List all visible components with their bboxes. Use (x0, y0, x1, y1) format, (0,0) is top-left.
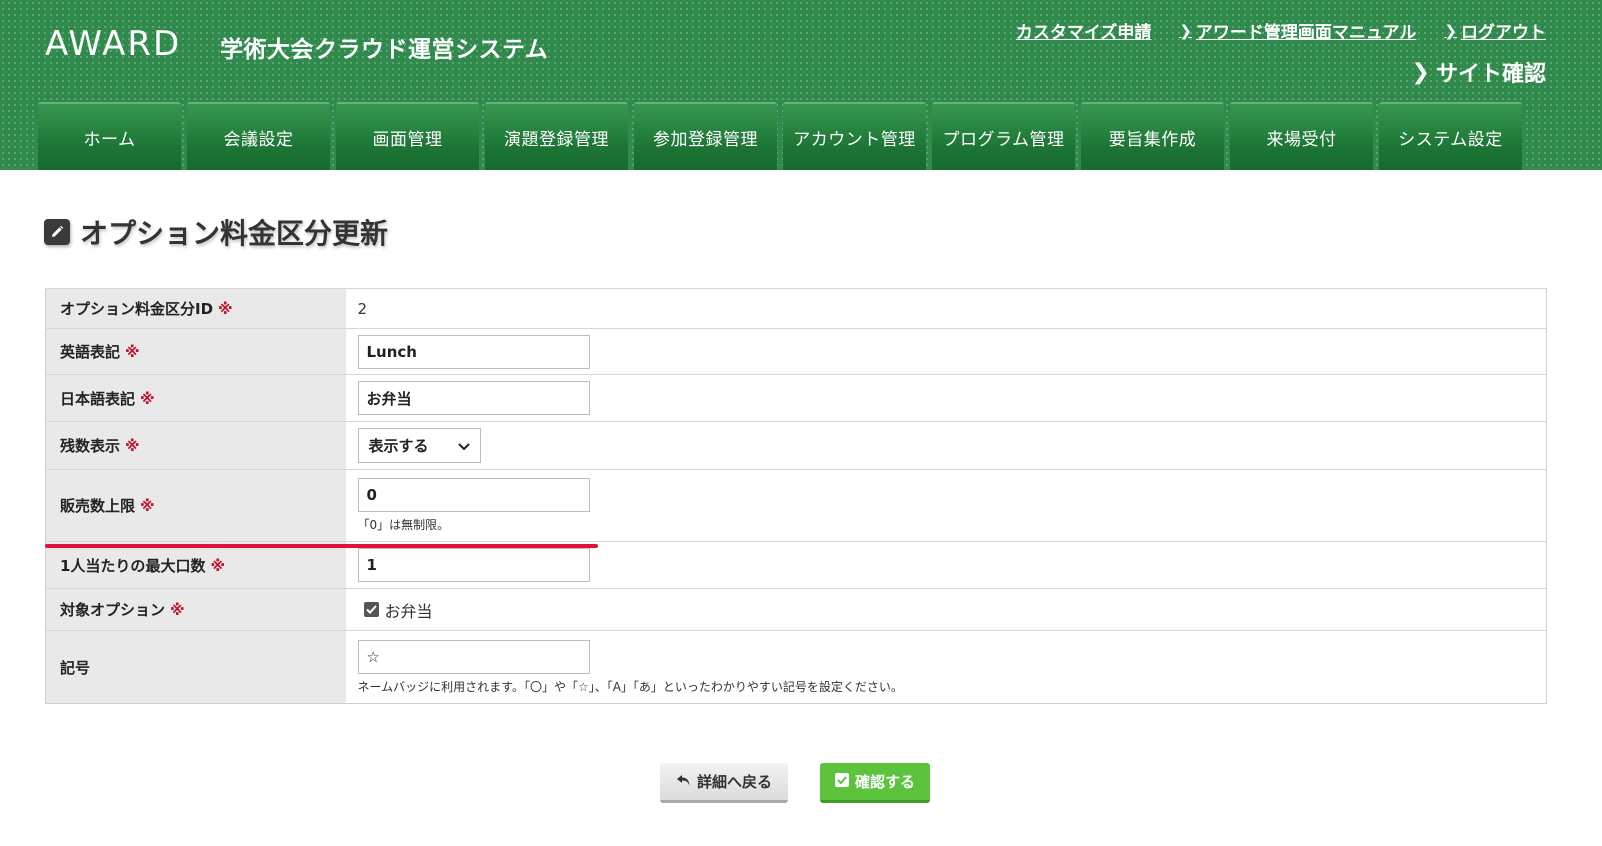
back-button-label: 詳細へ戻る (696, 773, 772, 791)
field-label: 対象オプション ※ (45, 588, 346, 631)
japanese-name-input[interactable] (357, 381, 590, 415)
max-per-person-cell (345, 541, 1547, 589)
field-label: 日本語表記 ※ (45, 374, 346, 422)
top-links: カスタマイズ申請 ❯ アワード管理画面マニュアル ❯ ログアウト (1016, 18, 1546, 44)
chevron-down-icon (457, 437, 470, 455)
field-label: 販売数上限 ※ (45, 469, 346, 542)
logout-label: ログアウト (1461, 23, 1546, 43)
chevron-right-icon: ❯ (1411, 59, 1430, 85)
main-nav: ホーム 会議設定 画面管理 演題登録管理 参加登録管理 アカウント管理 プログラ… (38, 102, 1522, 170)
option-fee-form: オプション料金区分ID※ 2 英語表記※ 日本語表記※ 残数表示※ 表示する (45, 288, 1547, 704)
manual-link[interactable]: ❯ アワード管理画面マニュアル (1179, 18, 1417, 44)
manual-label: アワード管理画面マニュアル (1195, 23, 1417, 43)
award-logo[interactable]: AWARD (45, 24, 181, 64)
english-name-input[interactable] (357, 334, 590, 369)
row-target-option: 対象オプション ※ お弁当 (45, 588, 1547, 631)
page-title-text: オプション料金区分更新 (80, 217, 389, 250)
customize-request-link[interactable]: カスタマイズ申請 (1016, 18, 1152, 43)
confirm-button-label: 確認する (854, 773, 915, 791)
row-english: 英語表記 ※ (45, 328, 1547, 375)
logout-link[interactable]: ❯ ログアウト (1444, 18, 1546, 44)
row-japanese: 日本語表記 ※ (45, 374, 1547, 422)
highlight-underline (45, 544, 598, 548)
pencil-edit-icon (44, 219, 70, 245)
field-label: 1人当たりの最大口数 ※ (45, 541, 346, 589)
english-cell (345, 328, 1547, 375)
remaining-cell: 表示する (345, 421, 1547, 470)
option-id-label: オプション料金区分ID (60, 300, 214, 318)
chevron-right-icon: ❯ (1444, 21, 1457, 40)
confirm-button[interactable]: 確認する (820, 763, 930, 803)
field-label: 記号 (45, 630, 346, 704)
row-max-per-person: 1人当たりの最大口数 ※ (45, 541, 1547, 589)
max-per-person-input[interactable] (357, 548, 590, 582)
site-check-link[interactable]: ❯ サイト確認 (1412, 56, 1546, 88)
check-square-icon (834, 772, 849, 791)
symbol-label: 記号 (60, 658, 91, 677)
tab-abstract-management[interactable]: 演題登録管理 (485, 102, 628, 170)
required-mark: ※ (218, 300, 233, 318)
target-option-cell: お弁当 (345, 588, 1547, 631)
target-option-checkbox[interactable] (363, 602, 379, 617)
field-label: オプション料金区分ID ※ (45, 288, 346, 329)
remaining-selected-value: 表示する (368, 437, 429, 455)
tab-program-management[interactable]: プログラム管理 (932, 102, 1075, 170)
remaining-display-select[interactable]: 表示する (357, 428, 481, 463)
option-id-cell: 2 (345, 288, 1547, 329)
site-check-label: サイト確認 (1435, 62, 1546, 87)
english-label: 英語表記 (60, 343, 121, 361)
row-symbol: 記号 ネームバッジに利用されます。「〇」や「☆」、「A」「あ」といったわかりやす… (45, 630, 1547, 704)
tab-system-settings[interactable]: システム設定 (1379, 102, 1522, 170)
required-mark: ※ (170, 601, 185, 619)
sales-limit-help: 「0」は無制限。 (357, 518, 450, 532)
remaining-label: 残数表示 (60, 437, 121, 455)
field-label: 英語表記 ※ (45, 328, 346, 375)
option-id-value: 2 (357, 300, 368, 318)
symbol-input[interactable] (357, 639, 590, 674)
tab-account-management[interactable]: アカウント管理 (783, 102, 926, 170)
japanese-cell (345, 374, 1547, 422)
sales-limit-cell: 「0」は無制限。 (345, 469, 1547, 542)
page-title: オプション料金区分更新 (44, 212, 388, 252)
symbol-help: ネームバッジに利用されます。「〇」や「☆」、「A」「あ」といったわかりやすい記号… (357, 679, 903, 694)
sales-limit-label: 販売数上限 (60, 497, 136, 515)
row-sales-limit: 販売数上限※ 「0」は無制限。 (45, 469, 1547, 542)
undo-arrow-icon (676, 773, 691, 791)
back-to-detail-button[interactable]: 詳細へ戻る (660, 763, 788, 803)
tab-home[interactable]: ホーム (38, 102, 181, 170)
required-mark: ※ (125, 343, 140, 361)
required-mark: ※ (210, 556, 226, 575)
japanese-label: 日本語表記 (60, 389, 136, 408)
row-remaining: 残数表示 ※ 表示する (45, 421, 1547, 470)
required-mark: ※ (125, 437, 140, 455)
row-option-id: オプション料金区分ID ※ 2 (45, 288, 1547, 329)
site-header: AWARD 学術大会クラウド運営システム カスタマイズ申請 ❯ アワード管理画面… (0, 0, 1602, 170)
field-label: 残数表示 ※ (45, 421, 346, 470)
sales-limit-input[interactable] (357, 478, 590, 512)
app-title: 学術大会クラウド運営システム (220, 37, 549, 63)
target-option-label: 対象オプション (60, 601, 166, 619)
target-option-checkbox-label[interactable]: お弁当 (363, 598, 1547, 622)
chevron-right-icon: ❯ (1179, 21, 1192, 40)
max-per-person-label: 1人当たりの最大口数 (60, 556, 206, 575)
required-mark: ※ (140, 389, 155, 408)
tab-abstract-book[interactable]: 要旨集作成 (1081, 102, 1224, 170)
tab-conference-settings[interactable]: 会議設定 (187, 102, 330, 170)
customize-request-label: カスタマイズ申請 (1015, 23, 1152, 43)
target-option-text: お弁当 (384, 601, 433, 621)
tab-registration-management[interactable]: 参加登録管理 (634, 102, 777, 170)
tab-screen-management[interactable]: 画面管理 (336, 102, 479, 170)
tab-reception[interactable]: 来場受付 (1230, 102, 1373, 170)
symbol-cell: ネームバッジに利用されます。「〇」や「☆」、「A」「あ」といったわかりやすい記号… (345, 630, 1547, 704)
required-mark: ※ (140, 497, 155, 515)
